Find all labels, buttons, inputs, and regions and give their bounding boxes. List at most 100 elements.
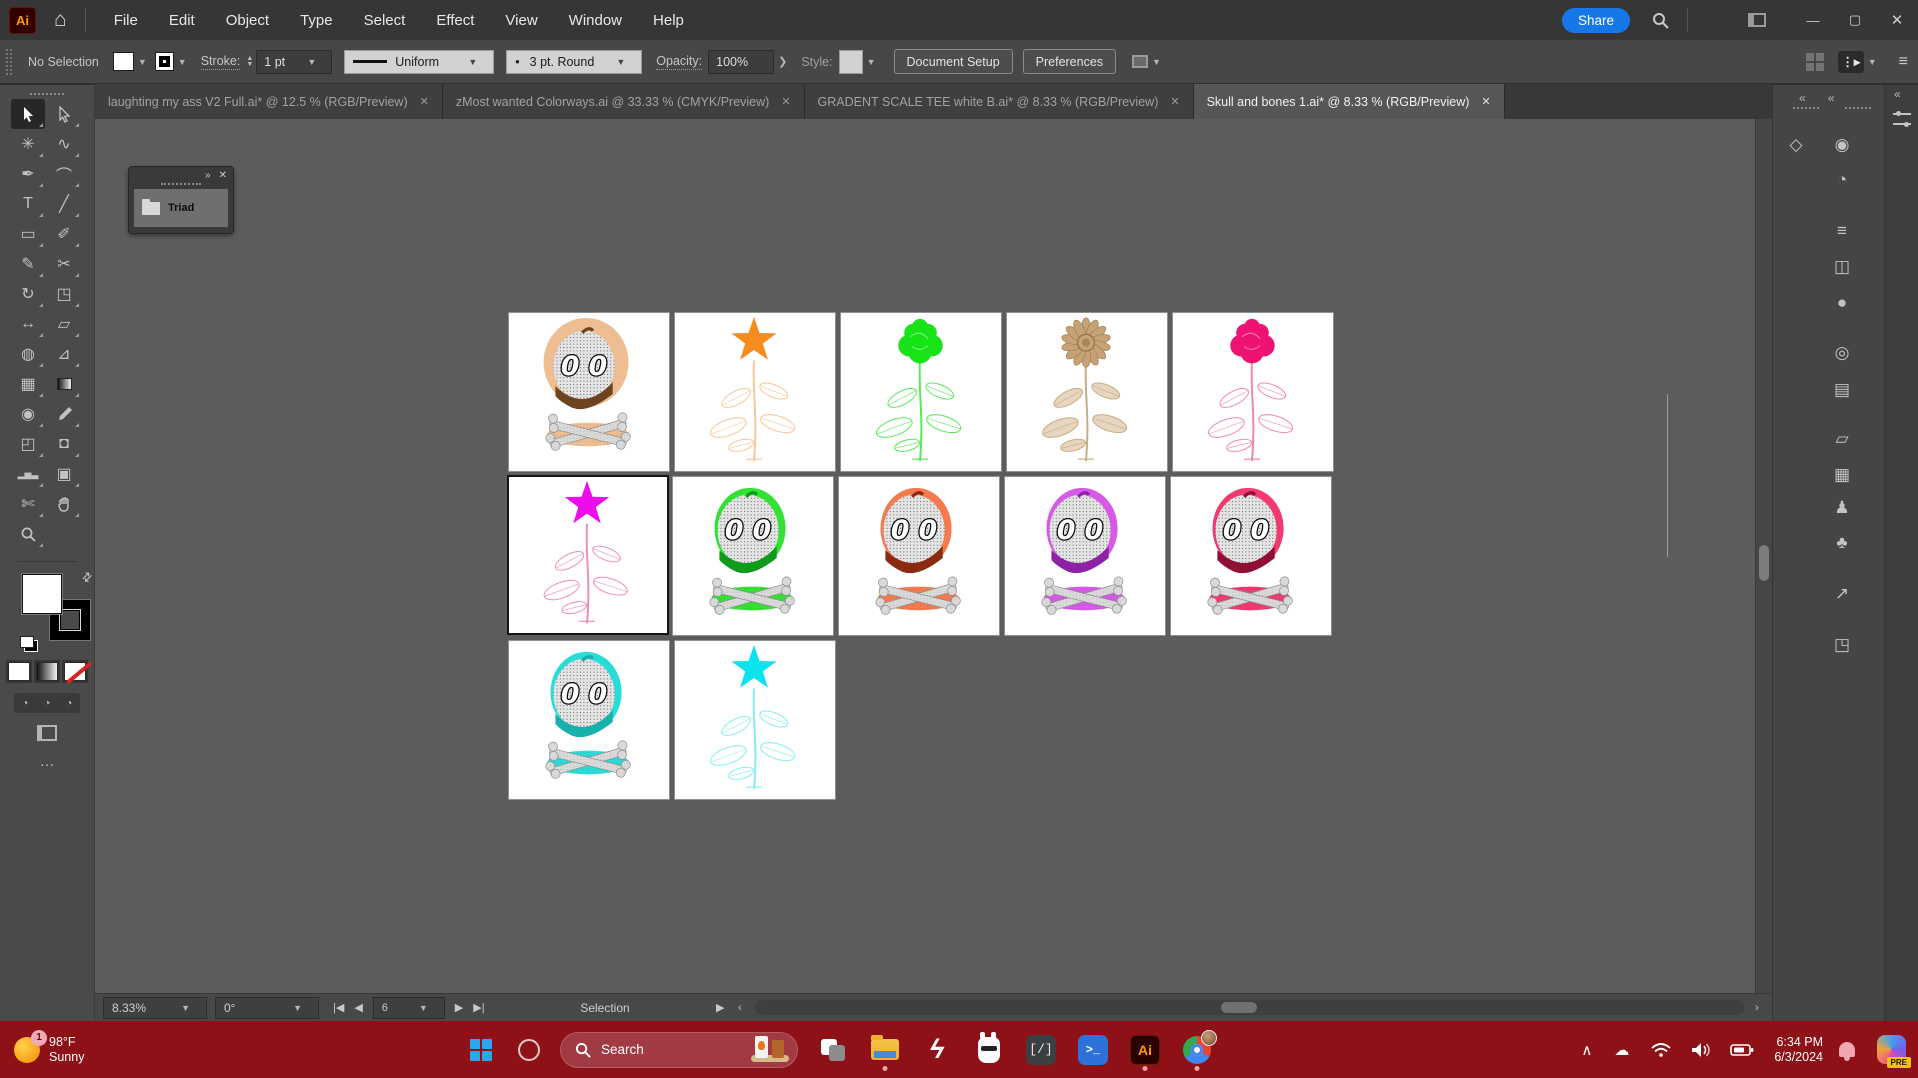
- lightning-app-button[interactable]: ϟ: [920, 1030, 954, 1070]
- onedrive-icon[interactable]: ☁: [1614, 1041, 1629, 1059]
- color-mode-button[interactable]: [8, 662, 30, 681]
- artboard-flower-orange[interactable]: [674, 312, 836, 472]
- taskbar-circle-app-icon[interactable]: [518, 1039, 540, 1061]
- canvas[interactable]: 0 00 00 00 00 00 0 »✕ Triad: [95, 119, 1755, 993]
- artboard-flower-cyan[interactable]: [674, 640, 836, 800]
- chevron-down-icon[interactable]: ▼: [138, 57, 147, 67]
- draw-behind-icon[interactable]: ◔: [43, 696, 50, 710]
- draw-inside-icon[interactable]: ◔: [65, 696, 72, 710]
- previous-artboard-icon[interactable]: ◀: [354, 1001, 362, 1014]
- screen-mode-icon[interactable]: [37, 725, 57, 741]
- horizontal-scrollbar[interactable]: [755, 1000, 1745, 1015]
- curvature-tool[interactable]: ⌒: [47, 159, 81, 189]
- chevron-down-icon[interactable]: ▼: [178, 57, 187, 67]
- brush-definition-dropdown[interactable]: •3 pt. Round▼: [506, 50, 642, 74]
- stroke-stepper[interactable]: ▲▼: [246, 56, 253, 68]
- drag-grip[interactable]: [161, 183, 201, 185]
- drag-grip[interactable]: [6, 49, 12, 75]
- arrange-icon[interactable]: [1132, 55, 1148, 68]
- artboard-flower-sunflower-tan[interactable]: [1006, 312, 1168, 472]
- pencil-tool[interactable]: ✎: [11, 249, 45, 279]
- scale-tool[interactable]: ◳: [47, 279, 81, 309]
- document-tab[interactable]: Skull and bones 1.ai* @ 8.33 % (RGB/Prev…: [1194, 84, 1505, 119]
- stroke-weight-field[interactable]: 1 pt▼: [256, 50, 332, 74]
- artboard-flower-pink-rose[interactable]: [1172, 312, 1334, 472]
- first-artboard-icon[interactable]: |◀: [333, 1001, 344, 1014]
- menu-window[interactable]: Window: [569, 12, 622, 29]
- arrange-documents-icon[interactable]: [1708, 11, 1726, 29]
- menu-edit[interactable]: Edit: [169, 12, 195, 29]
- scroll-right-icon[interactable]: ›: [1755, 1002, 1759, 1014]
- layers-icon[interactable]: ▱: [1827, 426, 1857, 452]
- llama-app-button[interactable]: [972, 1030, 1006, 1070]
- artboard-skull-tan[interactable]: 0 0: [508, 312, 670, 472]
- wifi-icon[interactable]: [1651, 1042, 1671, 1058]
- artboard-flower-green[interactable]: [840, 312, 1002, 472]
- gradient-mode-button[interactable]: [36, 662, 58, 681]
- properties-sliders-icon[interactable]: [1893, 113, 1911, 125]
- stroke-label[interactable]: Stroke:: [201, 54, 241, 70]
- chevron-down-icon[interactable]: ▼: [1868, 57, 1877, 67]
- search-box[interactable]: Search: [560, 1032, 798, 1068]
- collapse-icon[interactable]: »: [205, 170, 211, 181]
- magic-wand-tool[interactable]: ✳: [11, 129, 45, 159]
- drawing-modes[interactable]: ◔◔◔: [14, 693, 80, 713]
- workspace-switcher-icon[interactable]: ⋮▸: [1838, 51, 1864, 73]
- menu-select[interactable]: Select: [364, 12, 406, 29]
- artboard-skull-cyan[interactable]: 0 0: [508, 640, 670, 800]
- chevron-down-icon[interactable]: ▼: [1152, 57, 1161, 67]
- eyedropper-tool[interactable]: [47, 399, 81, 429]
- paintbrush-tool[interactable]: ✐: [47, 219, 81, 249]
- file-explorer-button[interactable]: [868, 1030, 902, 1070]
- collapse-panels-icon[interactable]: «: [1799, 91, 1806, 105]
- powershell-button[interactable]: >_: [1076, 1030, 1110, 1070]
- zoom-tool[interactable]: [11, 519, 45, 549]
- stroke-icon[interactable]: ≡: [1827, 218, 1857, 244]
- battery-icon[interactable]: [1730, 1043, 1754, 1057]
- rectangle-tool[interactable]: ▭: [11, 219, 45, 249]
- opacity-label[interactable]: Opacity:: [656, 54, 702, 70]
- type-tool[interactable]: T: [11, 189, 45, 219]
- shape-properties-icon[interactable]: ◔: [1827, 167, 1857, 193]
- menu-object[interactable]: Object: [226, 12, 269, 29]
- close-tab-icon[interactable]: ✕: [781, 95, 790, 108]
- status-display[interactable]: Selection: [525, 1001, 685, 1015]
- vertical-scrollbar[interactable]: [1755, 119, 1772, 993]
- document-tab[interactable]: GRADENT SCALE TEE white B.ai* @ 8.33 % (…: [805, 84, 1194, 119]
- selection-tool[interactable]: [11, 99, 45, 129]
- default-fill-stroke-icon[interactable]: [20, 636, 34, 648]
- direct-selection-tool[interactable]: [47, 99, 81, 129]
- symbols-icon[interactable]: ♟: [1827, 495, 1857, 521]
- home-icon[interactable]: ⌂: [54, 8, 67, 32]
- dev-app-button[interactable]: [/]: [1024, 1030, 1058, 1070]
- width-profile-dropdown[interactable]: Uniform▼: [344, 50, 494, 74]
- 3d-materials-icon[interactable]: ◇: [1781, 132, 1811, 158]
- color-icon[interactable]: ◉: [1827, 132, 1857, 158]
- document-tab[interactable]: zMost wanted Colorways.ai @ 33.33 % (CMY…: [443, 84, 805, 119]
- menu-effect[interactable]: Effect: [436, 12, 474, 29]
- artboard-skull-violet[interactable]: 0 0: [1004, 476, 1166, 636]
- share-button[interactable]: Share: [1562, 8, 1630, 33]
- maximize-button[interactable]: ▢: [1834, 0, 1876, 40]
- artboards-icon[interactable]: ◳: [1827, 632, 1857, 658]
- document-setup-button[interactable]: Document Setup: [894, 49, 1013, 74]
- artboard-number-field[interactable]: 6▼: [373, 997, 445, 1019]
- tray-expand-icon[interactable]: ∧: [1581, 1041, 1592, 1059]
- artboard-flower-magenta[interactable]: [507, 475, 669, 635]
- weather-widget[interactable]: 1 98°FSunny: [14, 1035, 84, 1065]
- gradient-tool[interactable]: [47, 369, 81, 399]
- task-view-button[interactable]: [816, 1030, 850, 1070]
- document-layout-icon[interactable]: [1748, 13, 1766, 27]
- illustrator-taskbar-button[interactable]: Ai: [1128, 1030, 1162, 1070]
- close-tab-icon[interactable]: ✕: [420, 95, 429, 108]
- opacity-field[interactable]: 100%: [708, 50, 774, 74]
- triad-floating-panel[interactable]: »✕ Triad: [128, 166, 234, 234]
- lasso-tool[interactable]: ∿: [47, 129, 81, 159]
- chrome-button[interactable]: [1180, 1030, 1214, 1070]
- minimize-button[interactable]: —: [1792, 0, 1834, 40]
- swap-fill-stroke-icon[interactable]: ⇄: [78, 568, 95, 585]
- symbols-tool[interactable]: ◰: [11, 429, 45, 459]
- shape-builder-tool[interactable]: ◍: [11, 339, 45, 369]
- menu-help[interactable]: Help: [653, 12, 684, 29]
- width-tool[interactable]: ↔: [11, 309, 45, 339]
